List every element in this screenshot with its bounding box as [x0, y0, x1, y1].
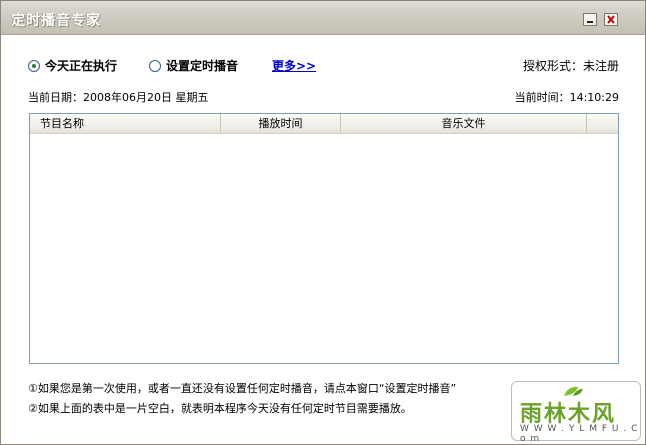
app-window: 定时播音专家 今天正在执行 设置定时播音 更多>> 授权形式：未注册 当前日期：… — [0, 0, 646, 445]
window-title: 定时播音专家 — [11, 13, 101, 29]
current-time: 当前时间：14:10:29 — [514, 91, 619, 104]
minimize-icon — [587, 21, 593, 23]
column-header-music[interactable]: 音乐文件 — [341, 114, 587, 133]
radio-today-indicator[interactable] — [28, 59, 40, 72]
current-date: 当前日期：2008年06月20日 星期五 — [28, 91, 209, 104]
radio-schedule-indicator[interactable] — [149, 59, 161, 72]
auth-status: 授权形式：未注册 — [522, 59, 619, 73]
close-button[interactable] — [604, 13, 618, 26]
radio-schedule[interactable]: 设置定时播音 — [149, 57, 238, 74]
schedule-list[interactable]: 节目名称 播放时间 音乐文件 — [29, 113, 619, 364]
column-header-time[interactable]: 播放时间 — [221, 114, 341, 133]
radio-today[interactable]: 今天正在执行 — [28, 57, 117, 74]
list-header: 节目名称 播放时间 音乐文件 — [30, 114, 618, 134]
watermark-url: W W W . Y L M F U . C o m — [520, 424, 639, 444]
close-icon — [607, 15, 615, 24]
radio-schedule-label: 设置定时播音 — [166, 59, 239, 73]
column-header-extra[interactable] — [587, 114, 618, 133]
watermark-logo: 雨林木风 W W W . Y L M F U . C o m — [511, 381, 641, 444]
minimize-button[interactable] — [583, 13, 597, 26]
title-bar[interactable]: 定时播音专家 — [1, 1, 645, 35]
radio-today-label: 今天正在执行 — [45, 59, 118, 73]
more-link[interactable]: 更多>> — [272, 57, 316, 74]
column-header-program[interactable]: 节目名称 — [30, 114, 221, 133]
note-first-use: ①如果您是第一次使用，或者一直还没有设置任何定时播音，请点本窗口“设置定时播音” — [28, 382, 457, 395]
note-empty-table: ②如果上面的表中是一片空白，就表明本程序今天没有任何定时节目需要播放。 — [28, 402, 412, 415]
